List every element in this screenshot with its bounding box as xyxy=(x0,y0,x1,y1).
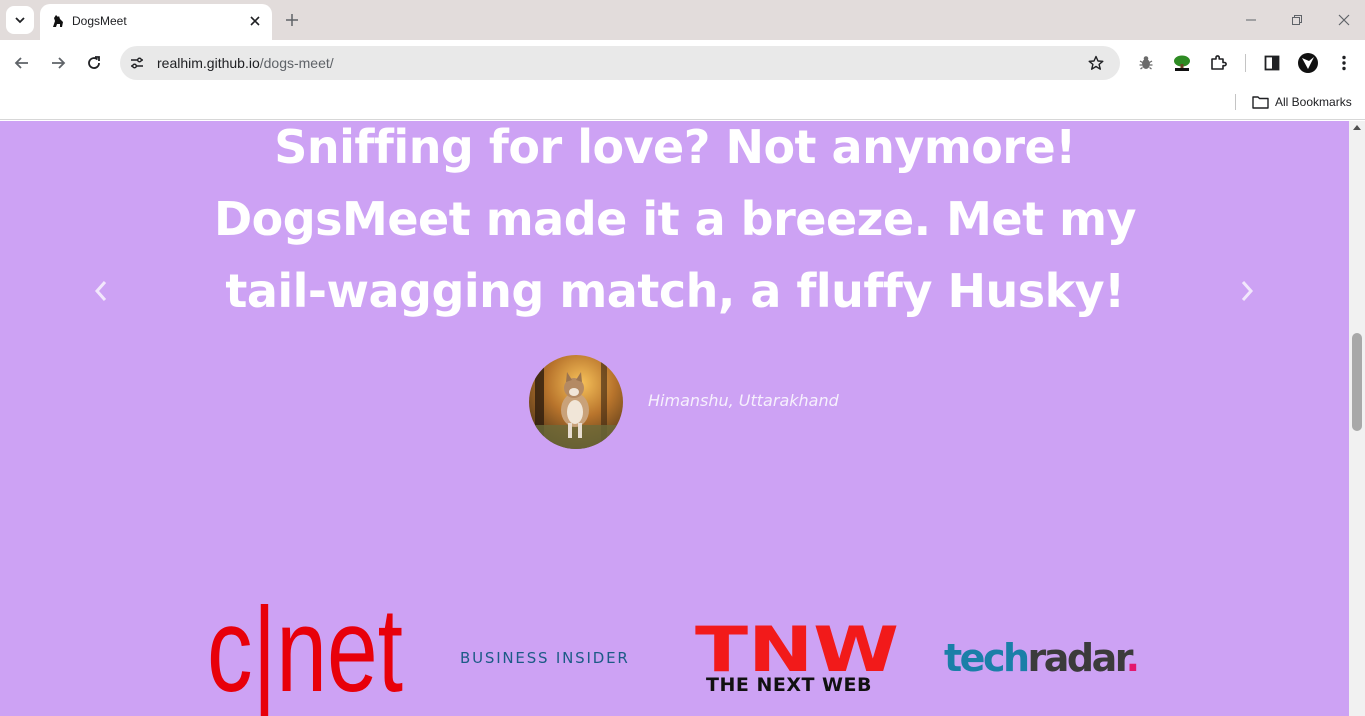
testimonial-quote: Sniffing for love? Not anymore! DogsMeet… xyxy=(213,121,1137,318)
url-path: /dogs-meet/ xyxy=(259,55,334,71)
minimize-button[interactable] xyxy=(1237,8,1265,32)
tab-close-icon[interactable] xyxy=(246,12,264,30)
chevron-right-icon xyxy=(1241,281,1254,301)
tnw-subtitle: THE NEXT WEB xyxy=(706,674,872,696)
carousel-next-button[interactable] xyxy=(1237,279,1257,303)
site-info-icon[interactable] xyxy=(128,54,146,72)
page-scrollbar[interactable] xyxy=(1349,121,1365,716)
scroll-thumb[interactable] xyxy=(1352,333,1362,431)
browser-toolbar: realhim.github.io/dogs-meet/ xyxy=(0,40,1365,86)
reload-button[interactable] xyxy=(81,50,107,76)
back-button[interactable] xyxy=(9,50,35,76)
side-panel-icon[interactable] xyxy=(1261,52,1283,74)
business-insider-logo: BUSINESS INSIDER xyxy=(460,649,630,667)
url-host: realhim.github.io xyxy=(157,55,260,71)
all-bookmarks-button[interactable]: All Bookmarks xyxy=(1252,92,1352,112)
minimize-icon xyxy=(1246,19,1256,21)
extensions-puzzle-icon[interactable] xyxy=(1207,52,1229,74)
tab-title: DogsMeet xyxy=(72,14,127,28)
cnet-logo: c|net xyxy=(207,583,403,716)
tab-dogsmeet[interactable]: DogsMeet xyxy=(40,4,272,40)
forward-button[interactable] xyxy=(45,50,71,76)
bug-extension-icon[interactable] xyxy=(1135,52,1157,74)
arrow-right-icon xyxy=(52,57,66,69)
tab-strip: DogsMeet xyxy=(0,0,1365,40)
chevron-left-icon xyxy=(94,281,107,301)
testimonial-author: Himanshu, Uttarakhand xyxy=(648,391,839,410)
tab-search-button[interactable] xyxy=(6,6,34,34)
arrow-left-icon xyxy=(14,57,28,69)
page-content: Sniffing for love? Not anymore! DogsMeet… xyxy=(0,121,1349,716)
techradar-logo: techradar. xyxy=(944,636,1140,680)
carousel-prev-button[interactable] xyxy=(91,279,111,303)
toolbar-separator xyxy=(1245,54,1246,72)
chevron-down-icon xyxy=(15,17,25,24)
close-icon xyxy=(1338,14,1350,26)
address-bar[interactable]: realhim.github.io/dogs-meet/ xyxy=(120,46,1120,80)
folder-icon xyxy=(1252,96,1269,109)
cnet-logo-text: c|net xyxy=(207,586,403,716)
menu-kebab-icon[interactable] xyxy=(1333,52,1355,74)
plus-icon xyxy=(286,14,298,26)
bookmarks-separator xyxy=(1235,94,1236,110)
all-bookmarks-label: All Bookmarks xyxy=(1275,95,1352,109)
scroll-up-arrow-icon[interactable] xyxy=(1353,125,1361,130)
bookmarks-bar: All Bookmarks xyxy=(0,86,1365,120)
new-tab-button[interactable] xyxy=(282,10,302,30)
tnw-logo-mark: TNW xyxy=(695,623,899,675)
url-text[interactable]: realhim.github.io/dogs-meet/ xyxy=(157,55,334,71)
restore-button[interactable] xyxy=(1283,8,1311,32)
bookmark-star-icon[interactable] xyxy=(1086,53,1106,73)
restore-icon xyxy=(1292,15,1302,25)
testimonial-avatar xyxy=(529,355,623,449)
tree-extension-icon[interactable] xyxy=(1171,52,1193,74)
profile-avatar[interactable] xyxy=(1297,52,1319,74)
techradar-radar: radar xyxy=(1027,636,1129,680)
techradar-tech: tech xyxy=(944,636,1030,680)
techradar-dot: . xyxy=(1125,636,1140,680)
dog-favicon-icon xyxy=(53,15,63,27)
close-window-button[interactable] xyxy=(1330,8,1358,32)
husky-photo xyxy=(529,355,623,449)
reload-icon xyxy=(88,56,100,69)
